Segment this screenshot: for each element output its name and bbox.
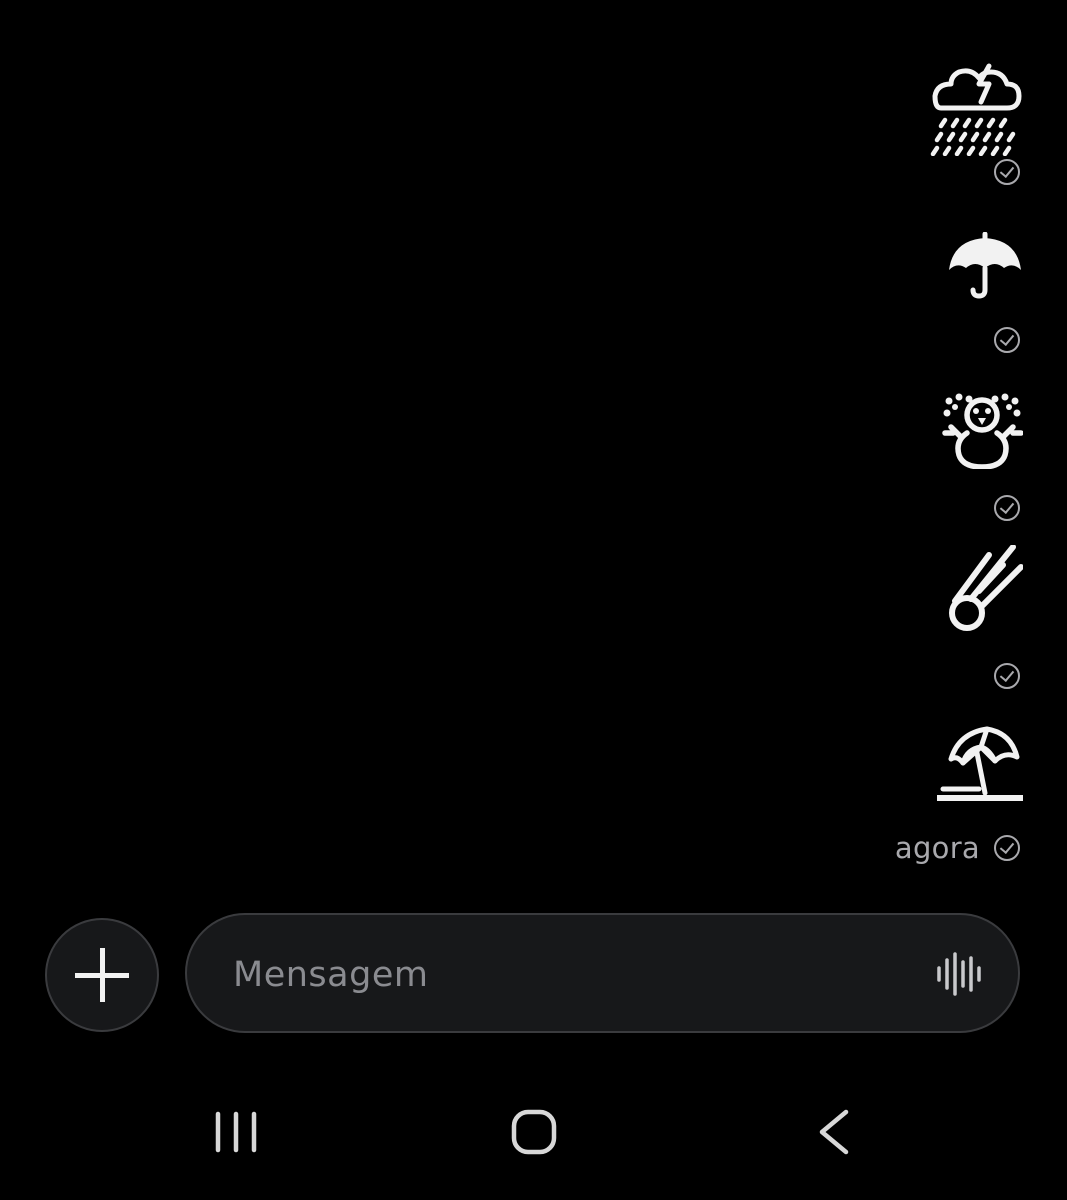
message-bubble[interactable] bbox=[937, 723, 1023, 803]
sent-check-icon bbox=[994, 663, 1020, 689]
message-status bbox=[994, 495, 1020, 521]
message-input[interactable] bbox=[231, 945, 895, 1005]
message-time: agora bbox=[894, 831, 980, 865]
message-status bbox=[994, 663, 1020, 689]
home-icon[interactable] bbox=[494, 1102, 574, 1162]
message-bubble[interactable] bbox=[927, 62, 1023, 156]
beach-umbrella-icon bbox=[937, 726, 1023, 801]
sent-check-icon bbox=[994, 495, 1020, 521]
message-bubble[interactable] bbox=[947, 232, 1023, 300]
chat-screen: agora bbox=[0, 0, 1067, 1200]
thunderstorm-rain-icon bbox=[930, 63, 1022, 156]
system-navigation-bar bbox=[0, 1080, 1067, 1190]
message-bubble[interactable] bbox=[947, 545, 1023, 635]
recents-icon[interactable] bbox=[196, 1102, 276, 1162]
sent-check-icon bbox=[994, 327, 1020, 353]
voice-waveform-icon[interactable] bbox=[936, 952, 982, 996]
comet-icon bbox=[949, 545, 1023, 631]
message-status bbox=[994, 327, 1020, 353]
message-bubble[interactable] bbox=[941, 393, 1023, 469]
back-icon[interactable] bbox=[794, 1102, 874, 1162]
umbrella-icon bbox=[949, 232, 1021, 299]
message-status bbox=[994, 159, 1020, 185]
message-composer bbox=[185, 913, 1020, 1033]
sent-check-icon bbox=[994, 835, 1020, 861]
message-status: agora bbox=[895, 831, 1020, 865]
snowman-snowflakes-icon bbox=[942, 393, 1023, 469]
sent-check-icon bbox=[994, 159, 1020, 185]
add-attachment-button[interactable] bbox=[45, 918, 159, 1032]
